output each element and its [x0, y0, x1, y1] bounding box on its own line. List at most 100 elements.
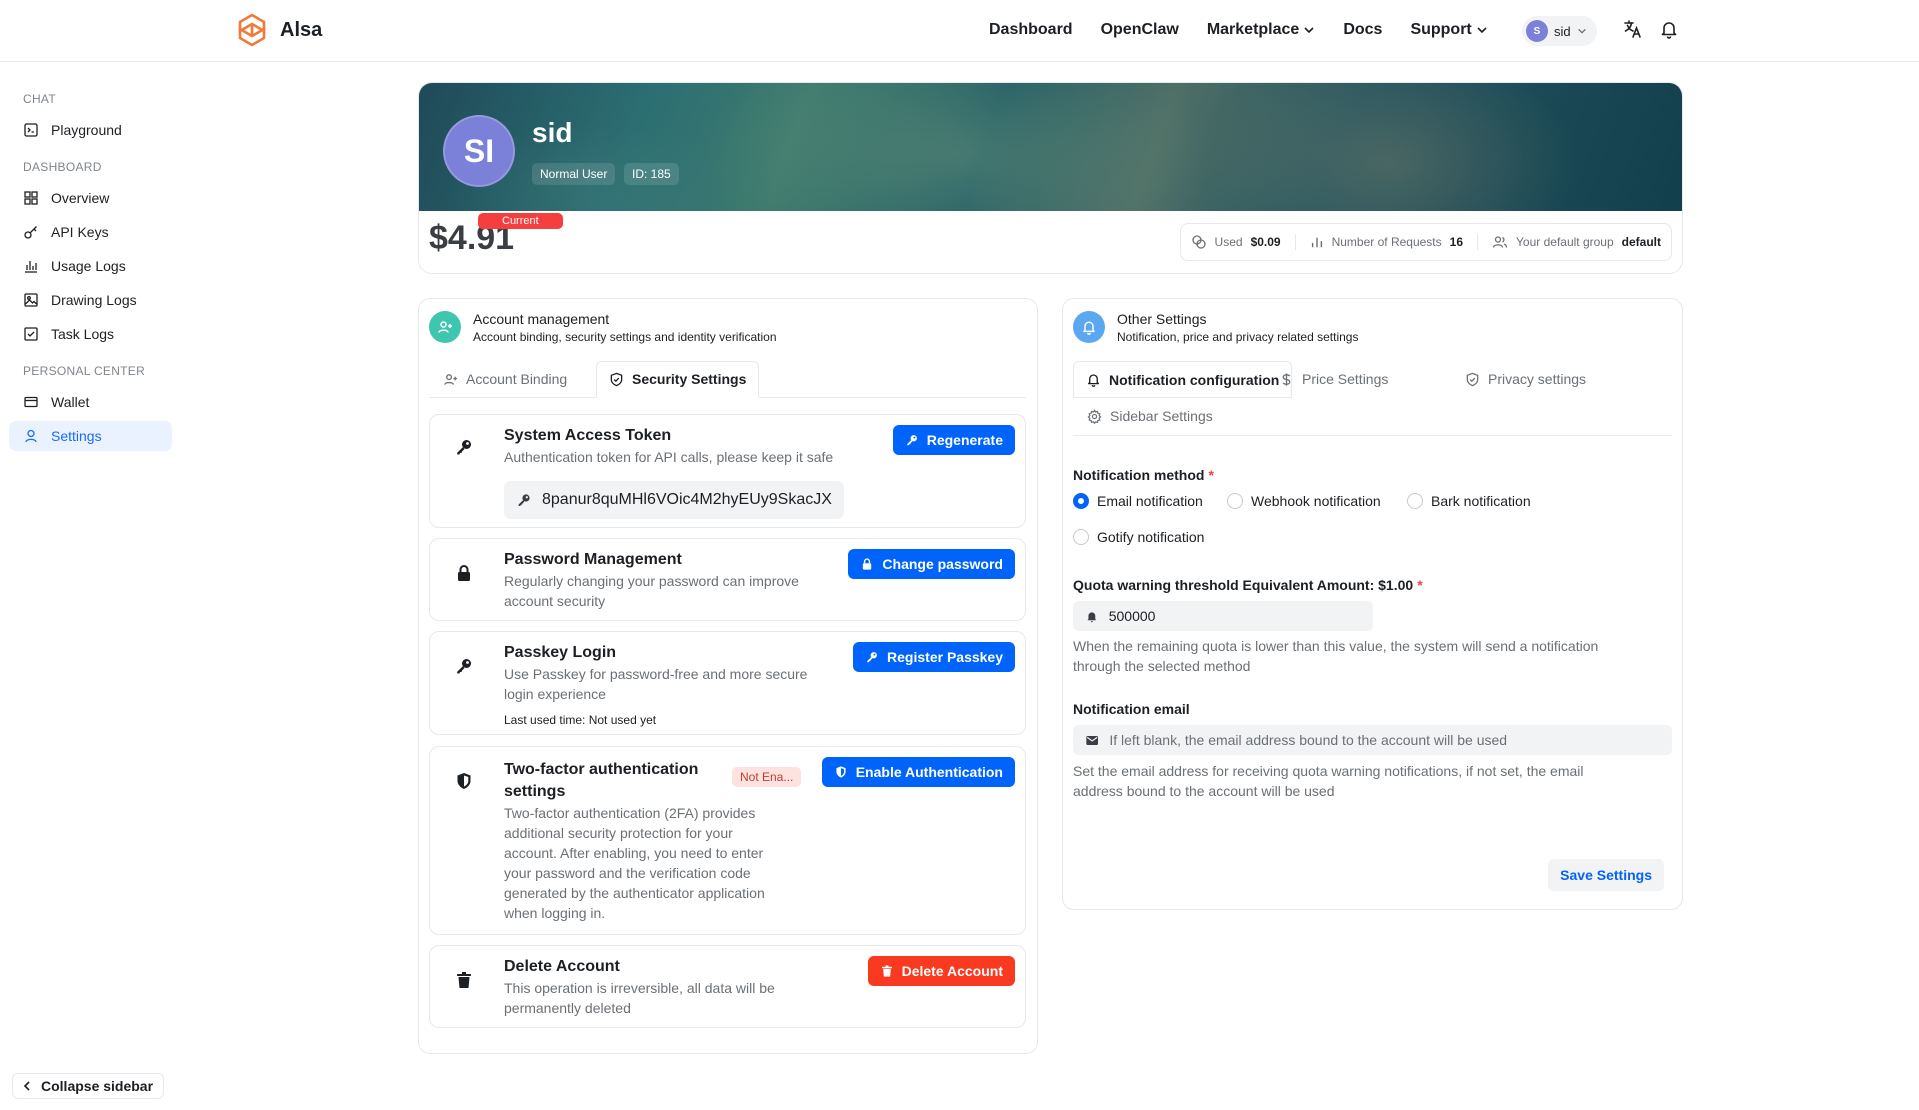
user-menu[interactable]: S sid [1522, 16, 1597, 46]
quota-threshold-value[interactable] [1108, 608, 1361, 624]
notification-method-label: Notification method * [1073, 467, 1214, 483]
avatar: S [1526, 20, 1548, 42]
twofa-status-badge: Not Ena... [732, 767, 802, 787]
token-field[interactable]: 8panur8quMHl6VOic4M2hyEUy9SkacJX [504, 481, 844, 519]
brand-name: Alsa [280, 18, 323, 41]
user-name: sid [1554, 23, 1571, 39]
language-icon[interactable] [1623, 19, 1645, 41]
key-icon [906, 435, 917, 446]
sidebar-item-settings[interactable]: Settings [9, 421, 172, 451]
register-passkey-button[interactable]: Register Passkey [853, 642, 1015, 672]
playground-icon [24, 123, 38, 137]
sidebar-item-api-keys[interactable]: API Keys [9, 217, 172, 247]
passkey-desc: Use Passkey for password-free and more s… [504, 666, 808, 702]
stat-requests: Number of Requests 16 [1310, 235, 1463, 249]
token-desc: Authentication token for API calls, plea… [504, 449, 834, 465]
chevron-down-icon [1577, 28, 1586, 34]
enable-2fa-button[interactable]: Enable Authentication [821, 757, 1015, 787]
sidebar-item-playground[interactable]: Playground [9, 115, 172, 145]
lock-icon [863, 558, 872, 570]
nav-dashboard[interactable]: Dashboard [989, 21, 1073, 39]
key-icon [518, 494, 530, 506]
coins-icon [1191, 235, 1206, 249]
radio-bark-notification[interactable]: Bark notification [1407, 493, 1531, 509]
stat-used: Used $0.09 [1191, 234, 1281, 250]
radio-gotify-notification[interactable]: Gotify notification [1073, 529, 1204, 545]
notification-email-label: Notification email [1073, 701, 1190, 717]
section-dashboard: DASHBOARD [23, 160, 102, 174]
profile-avatar: SI [443, 115, 515, 187]
tab-privacy-settings[interactable]: Privacy settings [1453, 361, 1598, 397]
user-link-icon [444, 373, 458, 385]
password-title: Password Management [504, 551, 682, 568]
tab-security-settings[interactable]: Security Settings [596, 361, 760, 398]
bell-icon[interactable] [1659, 19, 1681, 41]
other-settings-card: Other Settings Notification, price and p… [1062, 298, 1683, 910]
radio-dot [1407, 493, 1423, 509]
card-subtitle: Account binding, security settings and i… [473, 330, 777, 344]
radio-webhook-notification[interactable]: Webhook notification [1227, 493, 1381, 509]
sidebar-item-label: Task Logs [51, 326, 115, 342]
nav-docs[interactable]: Docs [1343, 21, 1382, 39]
user-icon [25, 429, 37, 443]
card-title: Account management [473, 311, 610, 327]
notification-email-input[interactable] [1073, 725, 1672, 755]
change-password-button[interactable]: Change password [848, 549, 1015, 579]
two-factor-section: Two-factor authentication settings Not En… [429, 746, 1026, 935]
profile-card: SI sid Normal User ID: 185 $4.91 Current… [418, 82, 1683, 274]
radio-dot [1073, 529, 1089, 545]
token-value: 8panur8quMHl6VOic4M2hyEUy9SkacJX [542, 491, 832, 508]
collapse-sidebar-button[interactable]: Collapse sidebar [12, 1073, 165, 1099]
quota-threshold-label: Quota warning threshold Equivalent Amoun… [1073, 577, 1423, 593]
notification-email-field[interactable] [1109, 732, 1660, 748]
top-header: Alsa Dashboard OpenClaw Marketplace Docs… [0, 0, 1919, 62]
users-icon [1492, 236, 1508, 248]
section-chat: CHAT [23, 92, 56, 106]
password-section: Password Management Regularly changing y… [429, 538, 1026, 621]
email-help-text: Set the email address for receiving quot… [1073, 763, 1584, 799]
tab-notification-configuration[interactable]: Notification configuration [1073, 361, 1293, 398]
access-token-section: System Access Token Authentication token… [429, 414, 1026, 528]
sidebar-item-overview[interactable]: Overview [9, 183, 172, 213]
sidebar-item-usage-logs[interactable]: Usage Logs [9, 251, 172, 281]
tab-price-settings[interactable]: Price Settings [1267, 361, 1400, 397]
twofa-desc: Two-factor authentication (2FA) provides… [504, 805, 765, 921]
tab-sidebar-settings[interactable]: Sidebar Settings [1075, 398, 1225, 434]
profile-banner: SI sid Normal User ID: 185 [419, 83, 1682, 211]
quota-help-text: When the remaining quota is lower than t… [1073, 638, 1599, 674]
sidebar: CHAT Playground DASHBOARD Overview API K… [0, 62, 180, 1110]
role-badge: Normal User [532, 163, 616, 185]
tab-account-binding[interactable]: Account Binding [431, 361, 579, 397]
brand[interactable]: Alsa [234, 12, 322, 48]
sidebar-item-drawing-logs[interactable]: Drawing Logs [9, 285, 172, 315]
sidebar-item-label: Usage Logs [51, 258, 126, 274]
delete-desc: This operation is irreversible, all data… [504, 980, 775, 1016]
password-desc: Regularly changing your password can imp… [504, 573, 799, 609]
bell-icon [1087, 611, 1097, 622]
quota-threshold-input[interactable] [1073, 601, 1373, 631]
sidebar-item-label: Wallet [51, 394, 90, 410]
delete-account-button[interactable]: Delete Account [867, 956, 1015, 986]
main-nav: Dashboard OpenClaw Marketplace Docs Supp… [989, 0, 1488, 60]
sidebar-item-task-logs[interactable]: Task Logs [9, 319, 172, 349]
delete-account-section: Delete Account This operation is irrever… [429, 945, 1026, 1028]
usage-stats: Used $0.09 Number of Requests 16 Your defa… [1179, 223, 1672, 261]
radio-email-notification[interactable]: Email notification [1073, 493, 1203, 509]
nav-support[interactable]: Support [1410, 21, 1487, 39]
nav-openclaw[interactable]: OpenClaw [1101, 21, 1179, 39]
sidebar-item-wallet[interactable]: Wallet [9, 387, 172, 417]
radio-dot [1073, 493, 1089, 509]
card-title: Other Settings [1117, 311, 1207, 327]
bar-chart-icon [25, 261, 37, 273]
gear-icon [1087, 408, 1102, 424]
key-icon [457, 659, 471, 674]
user-id-badge: ID: 185 [624, 163, 679, 185]
nav-marketplace[interactable]: Marketplace [1207, 21, 1316, 39]
key-icon [24, 226, 37, 239]
regenerate-button[interactable]: Regenerate [892, 425, 1015, 455]
sidebar-item-label: Drawing Logs [51, 292, 137, 308]
profile-name: sid [532, 117, 573, 148]
save-settings-button[interactable]: Save Settings [1548, 859, 1664, 891]
passkey-section: Passkey Login Use Passkey for password-f… [429, 631, 1026, 735]
sidebar-item-label: Overview [51, 190, 110, 206]
